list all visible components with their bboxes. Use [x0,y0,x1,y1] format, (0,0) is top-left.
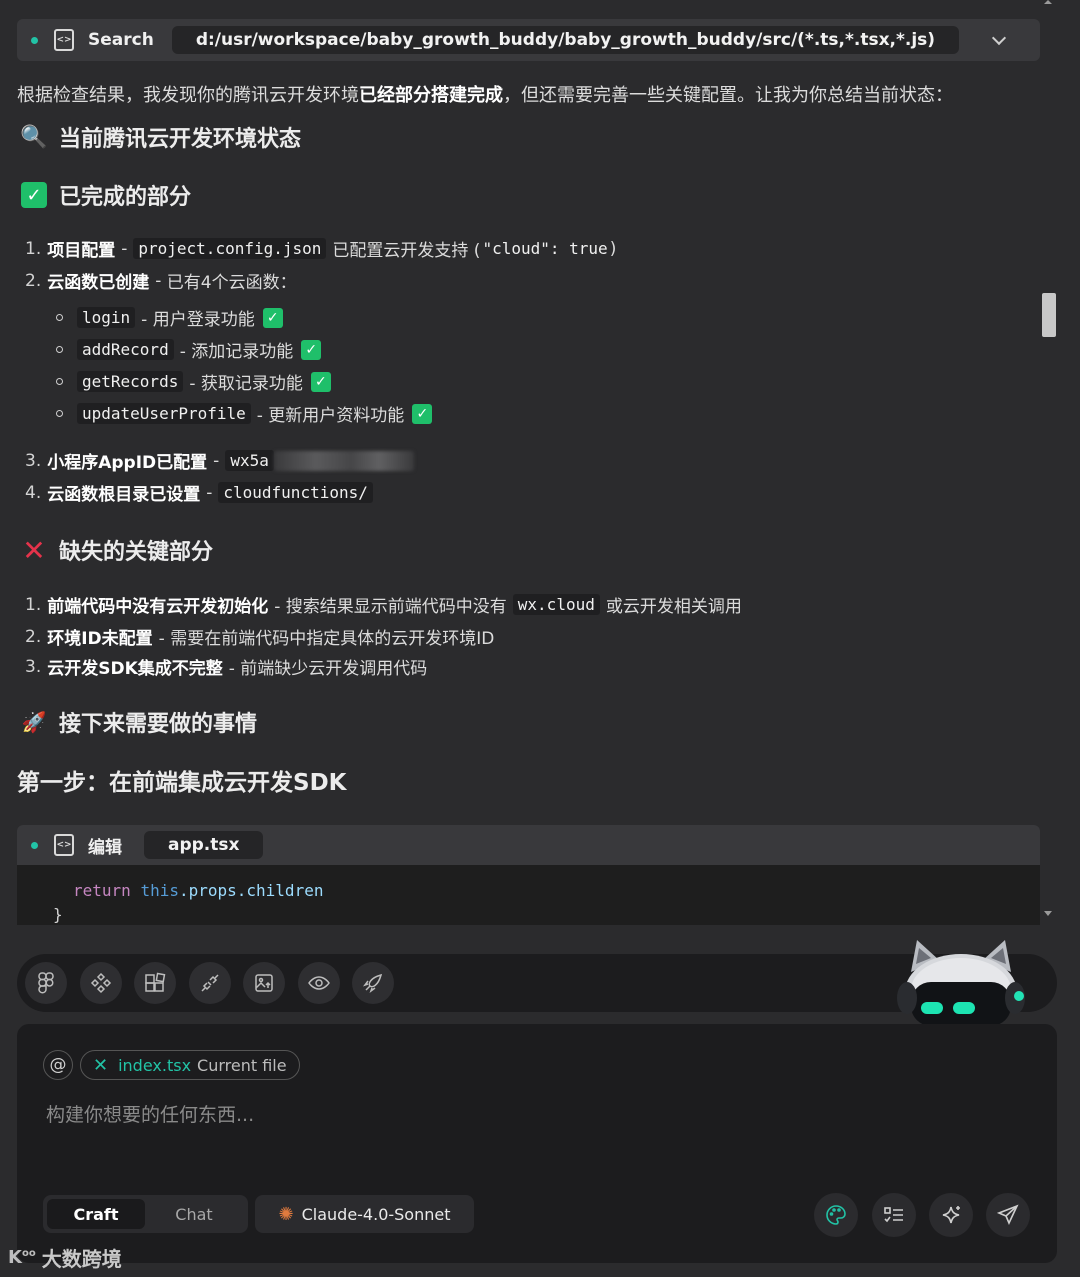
step-heading: 第一步：在前端集成云开发SDK [17,770,347,796]
function-item: getRecords - 获取记录功能 ✓ [56,369,331,394]
close-icon[interactable]: ✕ [93,1055,108,1076]
list-item: 3. 小程序AppID已配置 - wx5a [25,448,414,473]
image-upload-icon[interactable] [243,962,285,1004]
rocket-launch-icon[interactable] [352,962,394,1004]
mode-toggle: Craft Chat [43,1195,248,1233]
component-icon[interactable] [79,962,122,1004]
list-item: 3. 云开发SDK集成不完整 - 前端缺少云开发调用代码 [25,656,428,680]
chevron-down-icon[interactable] [991,30,1007,46]
mode-chat[interactable]: Chat [145,1199,243,1229]
task-list-icon[interactable] [872,1193,916,1237]
search-path: d:/usr/workspace/baby_growth_buddy/baby_… [171,26,960,54]
heading-missing: ✕ 缺失的关键部分 [22,533,214,567]
model-selector[interactable]: ✺ Claude-4.0-Sonnet [255,1195,474,1233]
sparkle-icon[interactable] [929,1193,973,1237]
code-line: return this.props.children [73,881,324,900]
check-icon: ✓ [262,307,283,328]
function-item: login - 用户登录功能 ✓ [56,305,283,330]
list-item: 4. 云函数根目录已设置 - cloudfunctions/ [25,480,379,505]
scroll-up-arrow[interactable] [1044,0,1052,4]
robot-mascot-icon [897,940,1025,1026]
list-item: 1. 项目配置 - project.config.json 已配置云开发支持 ("c… [25,238,617,261]
tool-label: Search [88,30,154,50]
eye-icon[interactable] [297,962,340,1004]
list-item: 1. 前端代码中没有云开发初始化 - 搜索结果显示前端代码中没有 wx.cloud 或… [25,594,742,617]
claude-spark-icon: ✺ [278,1203,294,1225]
scrollbar-thumb[interactable] [1042,293,1056,337]
check-icon: ✓ [301,339,322,360]
mode-craft[interactable]: Craft [47,1199,145,1229]
check-icon: ✓ [412,403,433,424]
list-item: 2. 云函数已创建 - 已有4个云函数： [25,270,297,294]
intro-paragraph: 根据检查结果，我发现你的腾讯云开发环境已经部分搭建完成，但还需要完善一些关键配置… [17,85,953,106]
check-icon: ✓ [21,182,47,208]
status-dot [31,36,38,44]
edit-label: 编辑 [88,837,122,858]
mention-button[interactable]: @ [43,1050,73,1080]
message-input[interactable]: 构建你想要的任何东西... [46,1100,254,1127]
code-line: } [53,905,63,924]
chat-composer: @ ✕ index.tsx Current file 构建你想要的任何东西...… [17,1024,1057,1263]
edit-tool-call[interactable]: <> 编辑 app.tsx return this.props.children… [17,825,1040,925]
send-icon[interactable] [986,1193,1030,1237]
edited-file-name[interactable]: app.tsx [144,831,264,859]
context-file-chip[interactable]: ✕ index.tsx Current file [80,1050,300,1080]
search-tool-call[interactable]: <> Search d:/usr/workspace/baby_growth_b… [17,19,1040,61]
status-dot [31,841,38,849]
cross-icon: ✕ [22,533,46,567]
blocks-icon[interactable] [134,962,176,1004]
heading-done: ✓ 已完成的部分 [21,179,191,211]
heading-status: 🔍 当前腾讯云开发环境状态 [20,124,302,153]
list-item: 2. 环境ID未配置 - 需要在前端代码中指定具体的云开发环境ID [25,626,495,650]
check-icon: ✓ [310,371,331,392]
file-code-icon: <> [54,29,74,51]
function-item: updateUserProfile - 更新用户资料功能 ✓ [56,401,433,426]
edit-header: <> 编辑 app.tsx [17,825,1040,865]
plugin-icon[interactable] [188,962,231,1004]
file-code-icon: <> [54,834,74,856]
magnifier-icon: 🔍 [20,124,48,150]
function-item: addRecord - 添加记录功能 ✓ [56,337,322,362]
heading-next: 🚀 接下来需要做的事情 [21,710,258,737]
redacted-appid [273,450,414,471]
figma-icon[interactable] [25,962,67,1004]
scroll-down-arrow[interactable] [1044,911,1052,916]
palette-icon[interactable] [814,1193,858,1237]
watermark: Koo 大数跨境 [8,1247,122,1271]
inline-code: project.config.json [133,238,327,259]
rocket-icon: 🚀 [21,710,47,734]
watermark-logo-icon: Koo [8,1247,36,1268]
